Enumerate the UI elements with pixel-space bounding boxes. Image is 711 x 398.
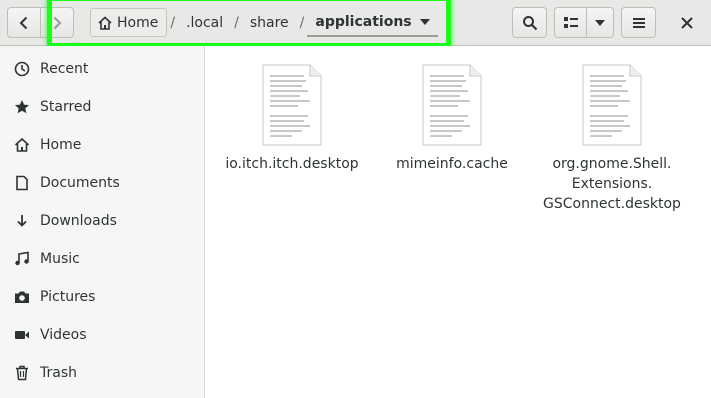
text-document-icon bbox=[422, 64, 482, 146]
sidebar-item-recent[interactable]: Recent bbox=[0, 50, 204, 88]
sidebar-item-pictures[interactable]: Pictures bbox=[0, 278, 204, 316]
back-button[interactable] bbox=[7, 7, 41, 38]
sidebar-item-music[interactable]: Music bbox=[0, 240, 204, 278]
breadcrumb-share-label: share bbox=[249, 14, 289, 31]
breadcrumb-applications-label: applications bbox=[315, 13, 412, 30]
camera-icon bbox=[13, 288, 31, 306]
file-grid: io.itch.itch.desktop mimeinfo.cache org.… bbox=[205, 46, 711, 398]
hamburger-menu-icon bbox=[632, 17, 645, 28]
sidebar-item-trash[interactable]: Trash bbox=[0, 354, 204, 392]
header-bar: Home / .local / share / applications bbox=[0, 0, 711, 46]
sidebar-item-videos[interactable]: Videos bbox=[0, 316, 204, 354]
view-list-icon bbox=[563, 16, 578, 28]
file-name: mimeinfo.cache bbox=[396, 156, 508, 172]
sidebar-item-documents[interactable]: Documents bbox=[0, 164, 204, 202]
close-button[interactable] bbox=[671, 7, 702, 38]
download-icon bbox=[13, 212, 31, 230]
sidebar-item-label: Documents bbox=[40, 175, 120, 191]
sidebar-item-label: Downloads bbox=[40, 213, 117, 229]
home-icon bbox=[13, 136, 31, 154]
file-name: org.gnome.Shell. Extensions. GSConnect.d… bbox=[543, 156, 681, 212]
sidebar-item-label: Home bbox=[40, 137, 82, 153]
forward-button[interactable] bbox=[40, 7, 74, 38]
breadcrumb-home[interactable]: Home bbox=[90, 8, 168, 37]
video-icon bbox=[13, 326, 31, 344]
sidebar-item-starred[interactable]: Starred bbox=[0, 88, 204, 126]
breadcrumb-local-label: .local bbox=[186, 14, 224, 31]
home-icon bbox=[98, 15, 112, 30]
breadcrumb-share[interactable]: share bbox=[242, 8, 297, 37]
sidebar: Recent Starred Home Documents Downloads … bbox=[0, 46, 205, 398]
file-item[interactable]: io.itch.itch.desktop bbox=[212, 64, 372, 174]
sidebar-item-label: Pictures bbox=[40, 289, 96, 305]
breadcrumb-local[interactable]: .local bbox=[178, 8, 231, 37]
file-item[interactable]: mimeinfo.cache bbox=[372, 64, 532, 174]
breadcrumb-separator: / bbox=[299, 14, 305, 31]
search-button[interactable] bbox=[512, 7, 547, 38]
sidebar-item-label: Videos bbox=[40, 327, 87, 343]
music-icon bbox=[13, 250, 31, 268]
breadcrumb-applications[interactable]: applications bbox=[307, 8, 438, 37]
dropdown-triangle-icon bbox=[419, 18, 430, 25]
dropdown-icon bbox=[595, 19, 605, 26]
sidebar-item-label: Starred bbox=[40, 99, 92, 115]
sidebar-item-label: Trash bbox=[40, 365, 77, 381]
view-options-button[interactable] bbox=[586, 7, 614, 38]
file-item[interactable]: org.gnome.Shell. Extensions. GSConnect.d… bbox=[532, 64, 692, 214]
file-name: io.itch.itch.desktop bbox=[225, 156, 359, 172]
document-icon bbox=[13, 174, 31, 192]
view-mode-button[interactable] bbox=[554, 7, 587, 38]
breadcrumb: Home / .local / share / applications bbox=[90, 7, 438, 38]
star-icon bbox=[13, 98, 31, 116]
clock-icon bbox=[13, 60, 31, 78]
sidebar-item-downloads[interactable]: Downloads bbox=[0, 202, 204, 240]
close-icon bbox=[680, 16, 693, 29]
breadcrumb-separator: / bbox=[234, 14, 239, 31]
text-document-icon bbox=[262, 64, 322, 146]
sidebar-item-label: Music bbox=[40, 251, 80, 267]
chevron-right-icon bbox=[53, 16, 62, 29]
text-document-icon bbox=[582, 64, 642, 146]
breadcrumb-separator: / bbox=[170, 14, 176, 31]
trash-icon bbox=[13, 364, 31, 382]
chevron-left-icon bbox=[19, 16, 28, 29]
search-icon bbox=[522, 15, 537, 30]
sidebar-item-label: Recent bbox=[40, 61, 89, 77]
main-menu-button[interactable] bbox=[621, 7, 656, 38]
sidebar-item-home[interactable]: Home bbox=[0, 126, 204, 164]
breadcrumb-home-label: Home bbox=[117, 14, 159, 31]
